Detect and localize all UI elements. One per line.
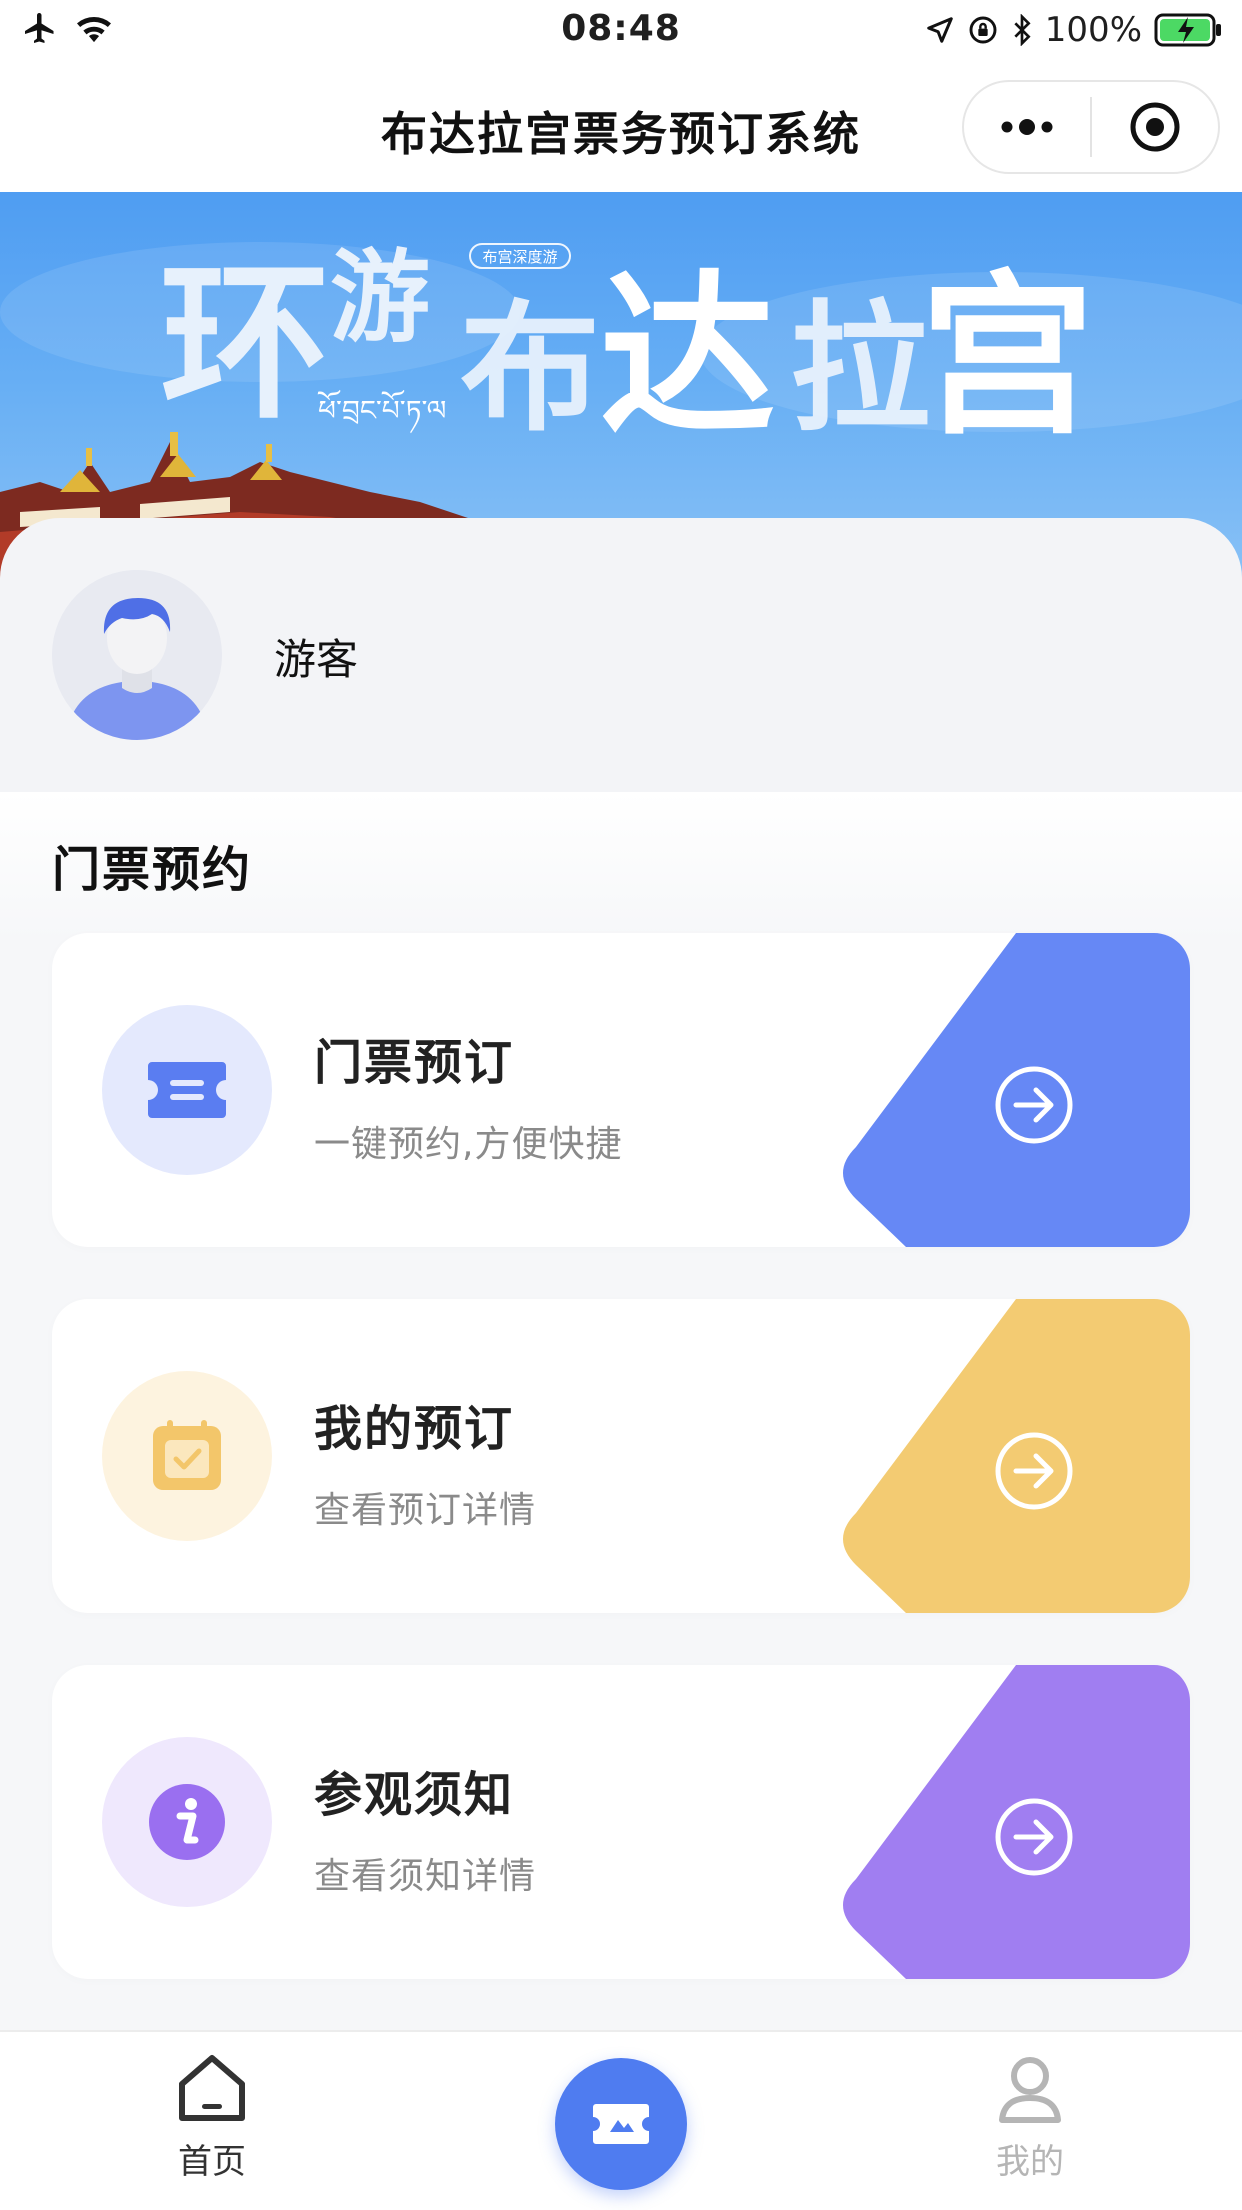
visit-notice-card[interactable]: 参观须知 查看须知详情 <box>52 1665 1190 1979</box>
user-avatar-icon <box>52 570 222 740</box>
nav-bar: 布达拉宫票务预订系统 <box>0 64 1242 192</box>
ticket-icon <box>144 1058 230 1122</box>
battery-percent: 100% <box>1045 10 1142 50</box>
card-title: 我的预订 <box>314 1389 514 1459</box>
card-arrow-tab[interactable] <box>836 1299 1190 1613</box>
card-arrow-tab[interactable] <box>836 933 1190 1247</box>
banner-subtitle: ཕོ་བྲང་པོ་ཏ་ལ <box>317 389 446 434</box>
profile-name: 游客 <box>274 626 358 687</box>
info-icon <box>147 1782 227 1862</box>
ticket-icon-circle <box>102 1005 272 1175</box>
card-title: 参观须知 <box>314 1755 514 1825</box>
bluetooth-icon <box>1011 14 1033 46</box>
location-arrow-icon <box>925 15 955 45</box>
more-button[interactable] <box>964 82 1090 172</box>
card-title: 门票预订 <box>314 1023 514 1093</box>
tab-home[interactable]: 首页 <box>112 2048 312 2183</box>
avatar[interactable] <box>52 570 222 740</box>
calendar-icon-circle <box>102 1371 272 1541</box>
ticket-section: 门票预约 门票预订 一键预约,方便快捷 <box>0 792 1242 2032</box>
card-subtitle: 查看须知详情 <box>314 1847 536 1899</box>
ticket-booking-card[interactable]: 门票预订 一键预约,方便快捷 <box>52 933 1190 1247</box>
target-circle-icon <box>1128 100 1182 154</box>
user-icon <box>990 2048 1070 2128</box>
ticket-icon <box>590 2101 652 2147</box>
banner-title-char-3: 布 <box>460 287 600 451</box>
tab-mine[interactable]: 我的 <box>930 2048 1130 2183</box>
section-title: 门票预约 <box>52 830 252 900</box>
status-right: 100% <box>925 10 1224 50</box>
banner-title-char-4: 达 <box>600 254 775 459</box>
battery-charging-icon <box>1154 13 1224 47</box>
banner-title-char-1: 环 <box>160 243 330 443</box>
home-icon <box>172 2048 252 2128</box>
banner-title-char-6: 宫 <box>920 254 1095 459</box>
profile-card[interactable]: 游客 <box>0 518 1242 792</box>
banner-title-char-5: 拉 <box>790 287 930 451</box>
banner-title-char-2: 游 <box>330 238 430 356</box>
info-icon-circle <box>102 1737 272 1907</box>
banner-badge: 布宫深度游 <box>482 248 557 266</box>
tab-bar: 首页 我的 <box>0 2030 1242 2210</box>
tab-ticket-center-button[interactable] <box>555 2058 687 2190</box>
card-subtitle: 一键预约,方便快捷 <box>314 1115 622 1167</box>
calendar-check-icon <box>149 1418 225 1494</box>
my-bookings-card[interactable]: 我的预订 查看预订详情 <box>52 1299 1190 1613</box>
more-dots-icon <box>997 117 1057 137</box>
card-arrow-tab[interactable] <box>836 1665 1190 1979</box>
tab-mine-label: 我的 <box>930 2134 1130 2183</box>
miniapp-capsule <box>962 80 1220 174</box>
tab-home-label: 首页 <box>112 2134 312 2183</box>
status-bar: 08:48 100% <box>0 0 1242 64</box>
card-subtitle: 查看预订详情 <box>314 1481 536 1533</box>
close-miniapp-button[interactable] <box>1092 82 1218 172</box>
orientation-lock-icon <box>967 14 999 46</box>
